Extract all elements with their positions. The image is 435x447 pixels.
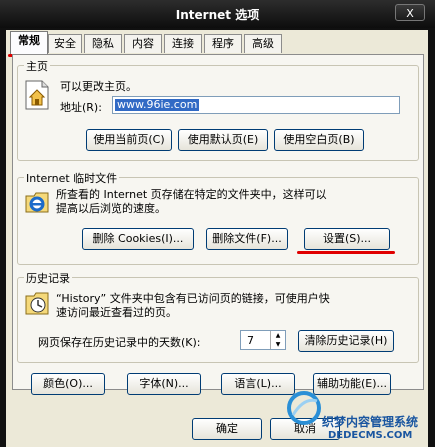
watermark-text-en: DEDECMS.COM <box>328 430 413 441</box>
spin-down-icon[interactable]: ▼ <box>270 340 285 349</box>
internet-options-window: Internet 选项 X 常规 安全 隐私 内容 连接 程序 高级 主页 可以… <box>0 0 435 447</box>
history-days-value: 7 <box>247 334 254 347</box>
red-underline-settings <box>297 251 395 254</box>
address-value: www.96ie.com <box>115 98 200 111</box>
colors-button[interactable]: 颜色(O)... <box>31 373 105 395</box>
watermark-logo-icon <box>287 391 321 425</box>
dialog-body: 常规 安全 隐私 内容 连接 程序 高级 主页 可以更改主页。 地址(R): w… <box>6 30 428 447</box>
close-button[interactable]: X <box>395 4 425 21</box>
history-group: 历史记录 “History” 文件夹中包含有已访问页的链接，可使用户快 速访问最… <box>17 270 419 363</box>
use-default-button[interactable]: 使用默认页(E) <box>178 129 268 151</box>
temp-files-description-2: 提高以后浏览的速度。 <box>56 202 166 215</box>
use-blank-button[interactable]: 使用空白页(B) <box>274 129 364 151</box>
window-title: Internet 选项 <box>175 8 260 22</box>
history-legend: 历史记录 <box>24 270 72 286</box>
title-bar[interactable]: Internet 选项 X <box>0 0 435 28</box>
tab-advanced[interactable]: 高级 <box>244 34 282 53</box>
history-days-label: 网页保存在历史记录中的天数(K): <box>38 336 201 349</box>
ie-folder-icon <box>25 192 49 213</box>
delete-files-button[interactable]: 删除文件(F)... <box>206 228 288 250</box>
home-page-legend: 主页 <box>24 58 50 74</box>
tab-connections[interactable]: 连接 <box>164 34 202 53</box>
watermark-text-cn: 织梦内容管理系统 <box>322 415 419 429</box>
home-page-group: 主页 可以更改主页。 地址(R): www.96ie.com 使用当前页(C) … <box>17 58 419 161</box>
address-label: 地址(R): <box>60 101 102 114</box>
fonts-button[interactable]: 字体(N)... <box>127 373 201 395</box>
history-days-stepper[interactable]: 7 ▲ ▼ <box>240 330 286 350</box>
tab-content[interactable]: 内容 <box>124 34 162 53</box>
clear-history-button[interactable]: 清除历史记录(H) <box>298 330 394 352</box>
temp-files-legend: Internet 临时文件 <box>24 170 120 186</box>
tab-programs[interactable]: 程序 <box>204 34 242 53</box>
spin-up-icon[interactable]: ▲ <box>270 331 285 340</box>
tab-security[interactable]: 安全 <box>48 34 82 53</box>
use-current-button[interactable]: 使用当前页(C) <box>86 129 172 151</box>
home-page-description: 可以更改主页。 <box>60 80 137 93</box>
languages-button[interactable]: 语言(L)... <box>221 373 295 395</box>
delete-cookies-button[interactable]: 删除 Cookies(I)... <box>82 228 194 250</box>
ok-button[interactable]: 确定 <box>192 418 262 440</box>
tab-general[interactable]: 常规 <box>10 31 48 54</box>
house-page-icon <box>25 80 49 110</box>
history-clock-icon <box>25 292 49 315</box>
address-input[interactable]: www.96ie.com <box>112 96 400 114</box>
accessibility-button[interactable]: 辅助功能(E)... <box>313 373 391 395</box>
history-description-2: 速访问最近查看过的页。 <box>56 306 177 319</box>
settings-button[interactable]: 设置(S)... <box>304 228 390 250</box>
tab-privacy[interactable]: 隐私 <box>84 34 122 53</box>
general-tab-panel: 主页 可以更改主页。 地址(R): www.96ie.com 使用当前页(C) … <box>12 54 424 395</box>
